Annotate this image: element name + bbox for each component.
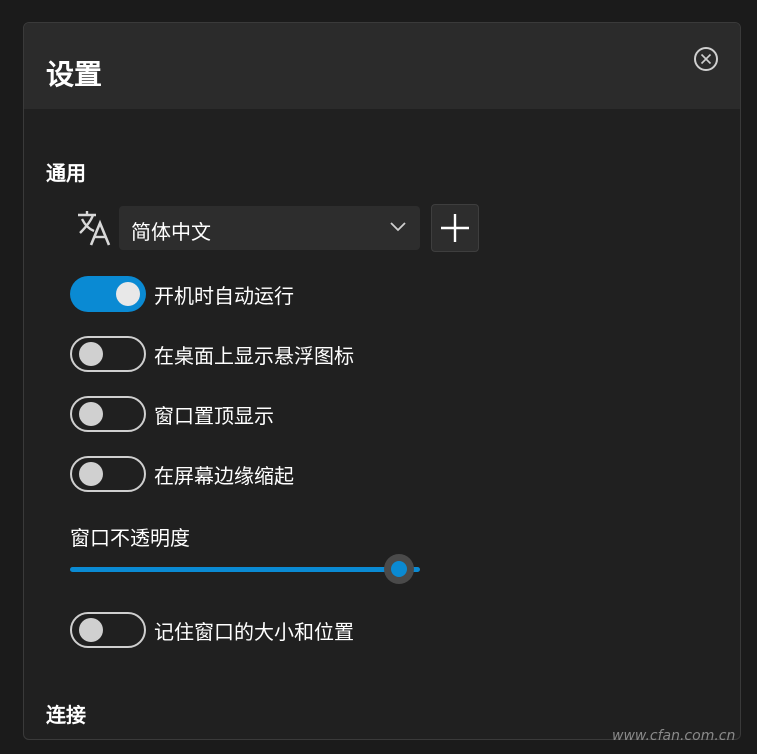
- language-select-value: 简体中文: [131, 220, 211, 244]
- remember-window-toggle[interactable]: [70, 612, 146, 648]
- desktop-float-icon-toggle[interactable]: [70, 336, 146, 372]
- language-select[interactable]: 简体中文: [119, 206, 420, 250]
- always-on-top-label: 窗口置顶显示: [154, 404, 274, 428]
- toggle-knob: [79, 618, 103, 642]
- section-title-general: 通用: [46, 161, 86, 185]
- dialog-header: 设置: [24, 23, 740, 109]
- toggle-knob: [79, 462, 103, 486]
- section-title-connection: 连接: [46, 703, 86, 727]
- plus-icon: [441, 214, 469, 242]
- toggle-knob: [79, 342, 103, 366]
- auto-start-toggle[interactable]: [70, 276, 146, 312]
- remember-window-label: 记住窗口的大小和位置: [154, 620, 354, 644]
- dialog-title: 设置: [46, 58, 103, 91]
- add-language-button[interactable]: [431, 204, 479, 252]
- opacity-label: 窗口不透明度: [70, 526, 190, 550]
- watermark: www.cfan.com.cn: [612, 728, 736, 744]
- opacity-slider[interactable]: [70, 553, 422, 587]
- edge-collapse-label: 在屏幕边缘缩起: [154, 464, 294, 488]
- slider-thumb[interactable]: [384, 554, 414, 584]
- toggle-knob: [116, 282, 140, 306]
- slider-track: [70, 567, 420, 572]
- close-circle-icon: [700, 53, 712, 65]
- auto-start-label: 开机时自动运行: [154, 284, 294, 308]
- translate-icon: [78, 211, 111, 246]
- slider-thumb-center: [391, 561, 407, 577]
- edge-collapse-toggle[interactable]: [70, 456, 146, 492]
- chevron-down-icon: [390, 222, 406, 232]
- always-on-top-toggle[interactable]: [70, 396, 146, 432]
- close-button[interactable]: [694, 47, 718, 71]
- desktop-float-icon-label: 在桌面上显示悬浮图标: [154, 344, 354, 368]
- toggle-knob: [79, 402, 103, 426]
- settings-dialog: 设置 通用 简体中文 开机时自动运行 在桌面上显示悬浮图标 窗口置顶显示 在屏幕…: [23, 22, 741, 740]
